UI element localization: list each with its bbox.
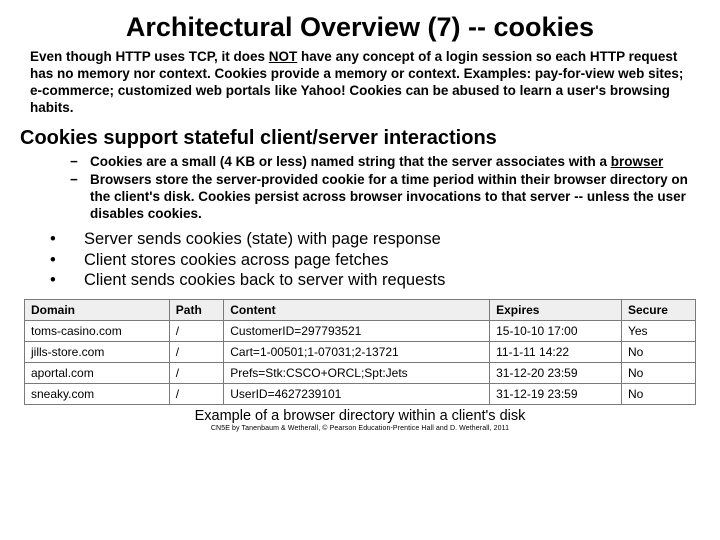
intro-paragraph: Even though HTTP uses TCP, it does NOT h… [30, 49, 690, 117]
dash-marker: − [70, 154, 90, 171]
cell: Yes [621, 320, 695, 341]
table-caption: Example of a browser directory within a … [30, 408, 690, 424]
cell: 31-12-19 23:59 [490, 383, 622, 404]
cell: UserID=4627239101 [224, 383, 490, 404]
cell: Prefs=Stk:CSCO+ORCL;Spt:Jets [224, 362, 490, 383]
cell: No [621, 383, 695, 404]
bullet-text-1: Server sends cookies (state) with page r… [84, 229, 441, 250]
dash-item-2: − Browsers store the server-provided coo… [70, 172, 690, 223]
dash-item-1: − Cookies are a small (4 KB or less) nam… [70, 154, 690, 171]
cell: / [169, 362, 223, 383]
cell: No [621, 341, 695, 362]
bullet-marker: • [50, 250, 84, 271]
cookie-table-wrap: Domain Path Content Expires Secure toms-… [24, 299, 696, 405]
table-row: aportal.com / Prefs=Stk:CSCO+ORCL;Spt:Je… [25, 362, 696, 383]
dash1-pre: Cookies are a small (4 KB or less) named… [90, 154, 611, 169]
th-expires: Expires [490, 299, 622, 320]
cell: sneaky.com [25, 383, 170, 404]
subheading: Cookies support stateful client/server i… [20, 127, 690, 150]
dash-list: − Cookies are a small (4 KB or less) nam… [70, 154, 690, 224]
th-secure: Secure [621, 299, 695, 320]
bullet-3: • Client sends cookies back to server wi… [50, 270, 690, 291]
th-domain: Domain [25, 299, 170, 320]
table-row: sneaky.com / UserID=4627239101 31-12-19 … [25, 383, 696, 404]
dash1-underline: browser [611, 154, 664, 169]
dash-text-1: Cookies are a small (4 KB or less) named… [90, 154, 690, 171]
table-header-row: Domain Path Content Expires Secure [25, 299, 696, 320]
intro-not: NOT [269, 49, 298, 64]
bullet-1: • Server sends cookies (state) with page… [50, 229, 690, 250]
bullet-text-3: Client sends cookies back to server with… [84, 270, 445, 291]
th-content: Content [224, 299, 490, 320]
cell: / [169, 320, 223, 341]
intro-pre: Even though HTTP uses TCP, it does [30, 49, 269, 64]
cell: / [169, 341, 223, 362]
table-row: toms-casino.com / CustomerID=297793521 1… [25, 320, 696, 341]
bullet-list: • Server sends cookies (state) with page… [50, 229, 690, 291]
slide-title: Architectural Overview (7) -- cookies [30, 12, 690, 43]
bullet-2: • Client stores cookies across page fetc… [50, 250, 690, 271]
cell: 15-10-10 17:00 [490, 320, 622, 341]
cell: toms-casino.com [25, 320, 170, 341]
credit-line: CN5E by Tanenbaum & Wetherall, © Pearson… [30, 425, 690, 432]
cell: CustomerID=297793521 [224, 320, 490, 341]
cookie-table: Domain Path Content Expires Secure toms-… [24, 299, 696, 405]
th-path: Path [169, 299, 223, 320]
cell: jills-store.com [25, 341, 170, 362]
dash-text-2: Browsers store the server-provided cooki… [90, 172, 690, 223]
bullet-text-2: Client stores cookies across page fetche… [84, 250, 389, 271]
cell: 31-12-20 23:59 [490, 362, 622, 383]
dash-marker: − [70, 172, 90, 223]
bullet-marker: • [50, 270, 84, 291]
cell: Cart=1-00501;1-07031;2-13721 [224, 341, 490, 362]
cell: aportal.com [25, 362, 170, 383]
bullet-marker: • [50, 229, 84, 250]
cell: 11-1-11 14:22 [490, 341, 622, 362]
table-row: jills-store.com / Cart=1-00501;1-07031;2… [25, 341, 696, 362]
cell: No [621, 362, 695, 383]
cell: / [169, 383, 223, 404]
